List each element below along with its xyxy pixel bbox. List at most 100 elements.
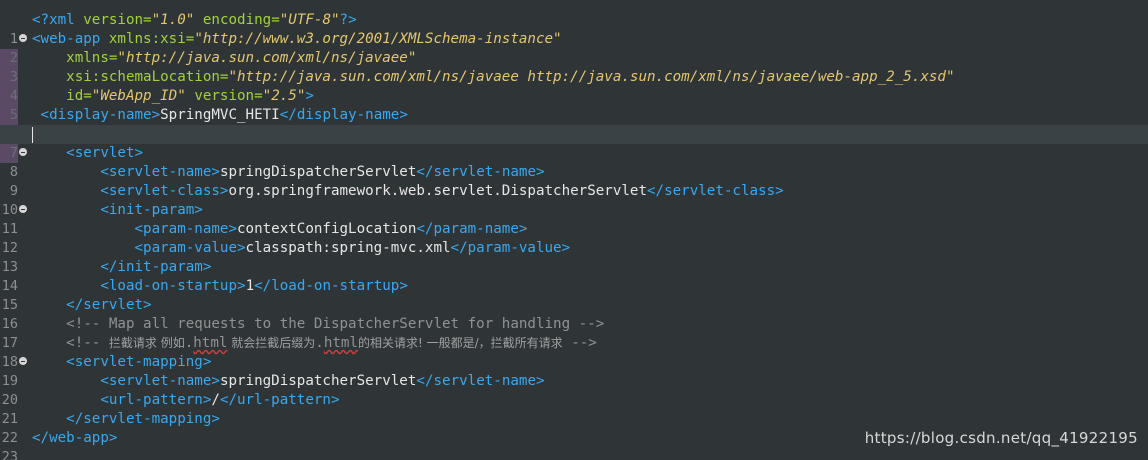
tag-close-bracket: > [305, 88, 314, 104]
fold-toggle-icon[interactable] [19, 205, 27, 213]
tag-open: <url-pattern> [100, 392, 212, 408]
fold-toggle-icon[interactable] [19, 148, 27, 156]
tag-open: <servlet-name> [100, 373, 220, 389]
line-content: <servlet-name>springDispatcherServlet</s… [32, 372, 545, 391]
comment-open: <!-- [66, 335, 109, 351]
code-line[interactable]: 20 <servlet-name>springDispatcherServlet… [0, 372, 1148, 408]
attribute-value: "1.0" [151, 12, 195, 28]
code-lines[interactable]: 1 <?xml version="1.0" encoding="UTF-8"?>… [0, 11, 1148, 460]
line-content: <servlet-name>springDispatcherServlet</s… [32, 163, 545, 182]
code-line[interactable]: 4 xsi:schemaLocation="http://java.sun.co… [0, 68, 1148, 106]
tag-open: <param-name> [134, 221, 238, 237]
code-line[interactable]: 11 <init-param> [0, 201, 1148, 237]
tag-open: <param-value> [134, 240, 246, 256]
tag-close: </servlet-mapping> [66, 411, 220, 427]
attribute-name: xmlns= [66, 50, 118, 66]
line-content: </init-param> [32, 258, 211, 277]
attribute-name: version= [194, 88, 263, 104]
tag-open: <servlet-mapping> [66, 354, 212, 370]
attribute-name: xsi:schemaLocation= [66, 69, 229, 85]
tag-open: <init-param> [100, 202, 203, 218]
element-text: contextConfigLocation [237, 221, 417, 237]
code-line[interactable]: 1 <?xml version="1.0" encoding="UTF-8"?> [0, 11, 1148, 47]
watermark-url: https://blog.csdn.net/qq_41922195 [864, 429, 1138, 447]
code-line[interactable]: 21 <url-pattern>/</url-pattern> [0, 391, 1148, 427]
line-content: </servlet> [32, 296, 152, 315]
code-line[interactable]: 2 <web-app xmlns:xsi="http://www.w3.org/… [0, 30, 1148, 68]
code-line[interactable]: 19 <servlet-mapping> [0, 353, 1148, 389]
tag-close: </servlet> [66, 297, 152, 313]
tag-close: </init-param> [100, 259, 212, 275]
code-line[interactable]: 16 </servlet> [0, 296, 1148, 332]
fold-toggle-icon[interactable] [19, 34, 27, 42]
line-content: <init-param> [32, 201, 203, 220]
attribute-name: id= [66, 88, 92, 104]
current-line[interactable]: 7 [0, 125, 1148, 163]
spellcheck-word: html [193, 335, 228, 351]
element-text: springDispatcherServlet [219, 373, 417, 389]
line-content: <!-- Map all requests to the DispatcherS… [32, 315, 604, 334]
code-line[interactable]: 22 </servlet-mapping> [0, 410, 1148, 446]
tag-close: </servlet-name> [416, 373, 545, 389]
attribute-value: "2.5" [262, 88, 306, 104]
line-content: </servlet-mapping> [32, 410, 220, 429]
element-text: / [211, 392, 220, 408]
line-content: <param-name>contextConfigLocation</param… [32, 220, 528, 239]
code-editor[interactable]: 1 <?xml version="1.0" encoding="UTF-8"?>… [0, 0, 1148, 460]
comment-cjk-text: 就会拦截后缀为 [227, 336, 316, 350]
line-content: <display-name>SpringMVC_HETI</display-na… [32, 106, 408, 125]
line-number: 23 [1, 449, 18, 460]
code-line[interactable]: 5 id="WebApp_ID" version="2.5"> [0, 87, 1148, 125]
code-line[interactable]: 8 <servlet> [0, 144, 1148, 180]
attribute-value: "WebApp_ID" [91, 88, 186, 104]
comment-close: --> [562, 335, 597, 351]
line-content: id="WebApp_ID" version="2.5"> [32, 87, 314, 106]
tag-close: </servlet-class> [647, 183, 784, 199]
comment-text: . [315, 335, 324, 351]
tag-open: <web-app [32, 31, 101, 47]
line-content: <web-app xmlns:xsi="http://www.w3.org/20… [32, 30, 562, 49]
spellcheck-word: html [323, 335, 358, 351]
attribute-name: xmlns:xsi= [108, 31, 195, 47]
tag-open: <servlet-class> [100, 183, 229, 199]
line-content: <?xml version="1.0" encoding="UTF-8"?> [32, 11, 357, 30]
element-text: org.springframework.web.servlet.Dispatch… [228, 183, 648, 199]
code-line[interactable]: 17 <!-- Map all requests to the Dispatch… [0, 315, 1148, 351]
code-line[interactable]: 18 <!-- 拦截请求 例如.html 就会拦截后缀为.html的相关请求! … [0, 334, 1148, 370]
xml-comment: <!-- Map all requests to the DispatcherS… [66, 316, 605, 332]
tag-open: <load-on-startup> [100, 278, 246, 294]
line-content: xmlns="http://java.sun.com/xml/ns/javaee… [32, 49, 416, 68]
text-caret [32, 127, 33, 143]
attribute-name: version= [83, 12, 152, 28]
tag-close: </display-name> [279, 107, 408, 123]
tag-close: </load-on-startup> [254, 278, 408, 294]
code-line[interactable]: 9 <servlet-name>springDispatcherServlet<… [0, 163, 1148, 199]
xml-declaration-close: ?> [339, 12, 357, 28]
code-line[interactable]: 12 <param-name>contextConfigLocation</pa… [0, 220, 1148, 256]
tag-open: <servlet> [66, 145, 144, 161]
line-content: </web-app> [32, 429, 117, 448]
code-line[interactable]: 13 <param-value>classpath:spring-mvc.xml… [0, 239, 1148, 275]
attribute-value: "http://java.sun.com/xml/ns/javaee http:… [228, 69, 955, 85]
comment-cjk-text: 的相关请求! 一般都是/，拦截所有请求 [357, 336, 563, 350]
line-content: <servlet-mapping> [32, 353, 211, 372]
tag-close: </param-value> [450, 240, 571, 256]
code-line[interactable]: 15 <load-on-startup>1</load-on-startup> [0, 277, 1148, 313]
element-text: classpath:spring-mvc.xml [245, 240, 451, 256]
tag-close: </servlet-name> [416, 164, 545, 180]
tag-close: </url-pattern> [219, 392, 340, 408]
code-line[interactable]: 14 </init-param> [0, 258, 1148, 294]
code-line[interactable]: 6 <display-name>SpringMVC_HETI</display-… [0, 106, 1148, 142]
line-content: <load-on-startup>1</load-on-startup> [32, 277, 408, 296]
element-text: 1 [245, 278, 255, 294]
tag-open: <display-name> [40, 107, 161, 123]
element-text: springDispatcherServlet [219, 164, 417, 180]
fold-toggle-icon[interactable] [19, 357, 27, 365]
attribute-value: "http://java.sun.com/xml/ns/javaee" [117, 50, 417, 66]
code-line[interactable]: 3 xmlns="http://java.sun.com/xml/ns/java… [0, 49, 1148, 87]
xml-declaration-name: xml [49, 12, 75, 28]
comment-cjk-text: 拦截请求 例如 [108, 336, 185, 350]
tag-close: </web-app> [32, 430, 118, 446]
code-line[interactable]: 10 <servlet-class>org.springframework.we… [0, 182, 1148, 218]
line-content: <param-value>classpath:spring-mvc.xml</p… [32, 239, 571, 258]
